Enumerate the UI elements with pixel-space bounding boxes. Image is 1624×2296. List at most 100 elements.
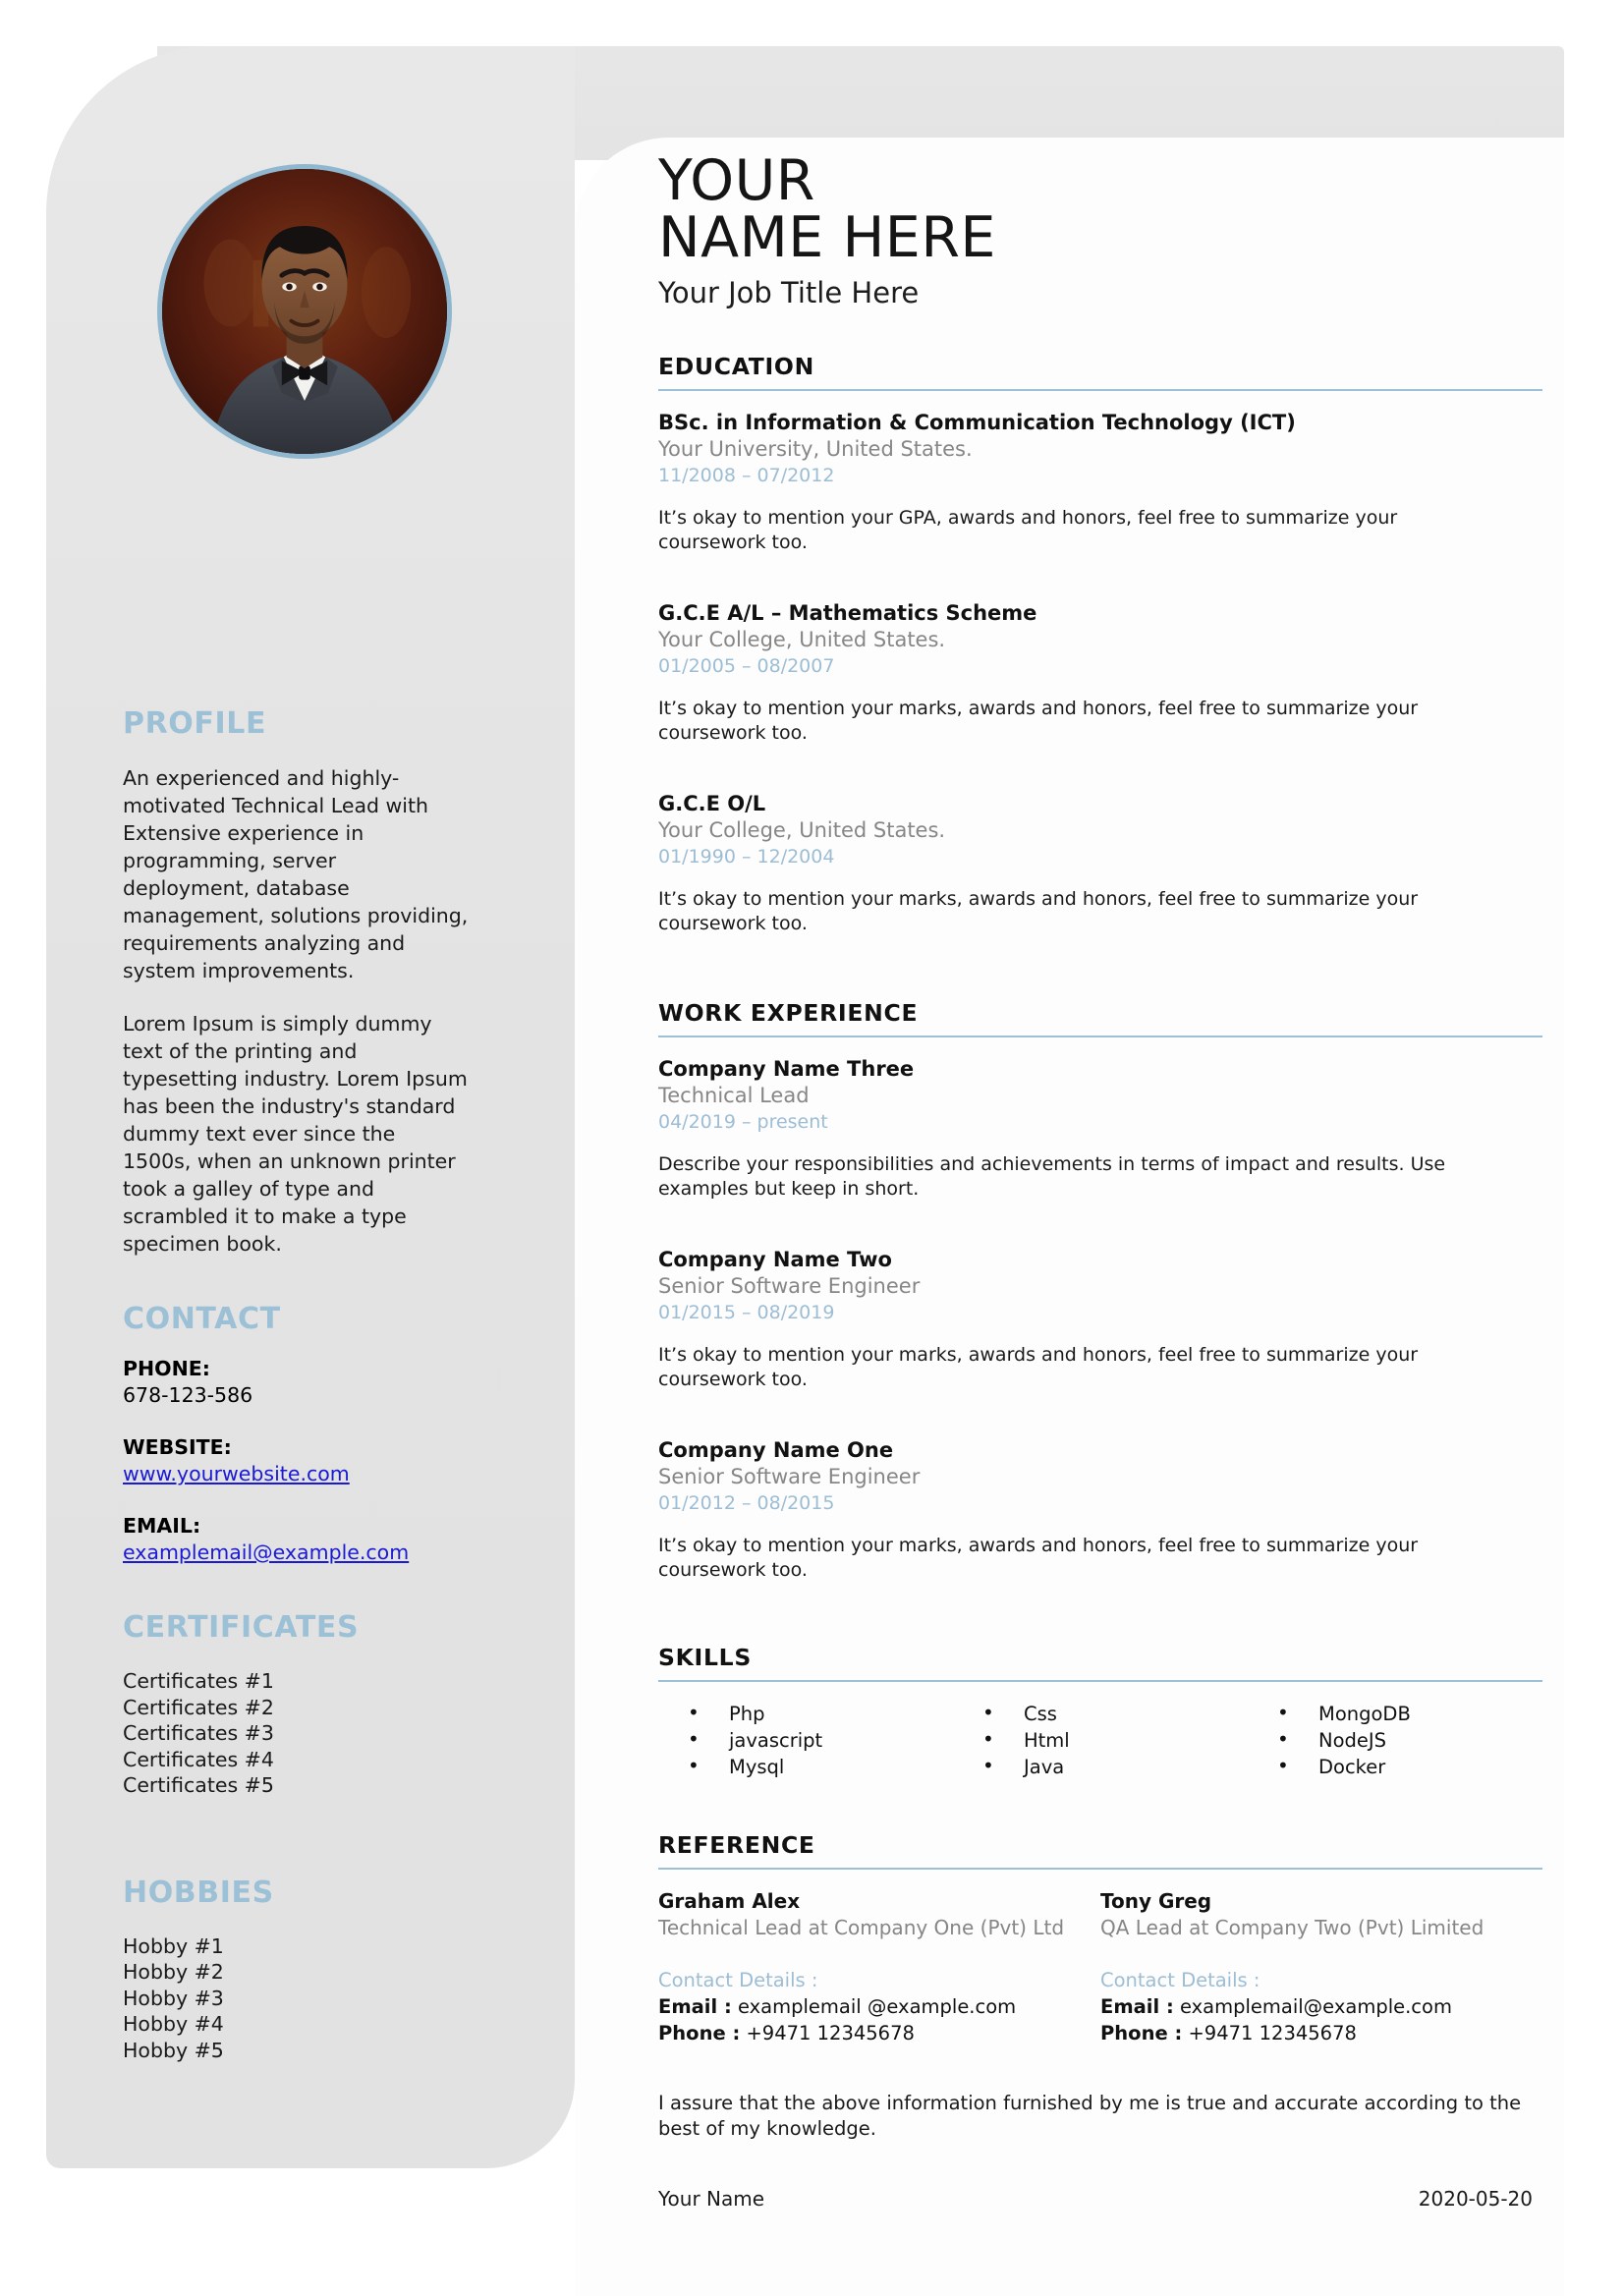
skills-heading: SKILLS xyxy=(658,1644,752,1671)
entry-description: It’s okay to mention your marks, awards … xyxy=(658,1344,1419,1390)
work-heading: WORK EXPERIENCE xyxy=(658,999,919,1027)
reference-email-label: Email : xyxy=(1100,1995,1174,2018)
contact-email-group: EMAIL: examplemail@example.com xyxy=(123,1513,614,1566)
list-item: Html xyxy=(982,1726,1248,1754)
section-divider xyxy=(658,389,1542,391)
reference-email-value: examplemail @example.com xyxy=(737,1995,1017,2018)
email-link[interactable]: examplemail@example.com xyxy=(123,1540,409,1566)
skills-column: MongoDB NodeJS Docker xyxy=(1248,1700,1542,1780)
page-title: YOUR NAME HERE Your Job Title Here xyxy=(658,152,1542,309)
entry-date: 01/1990 – 12/2004 xyxy=(658,846,835,868)
reference-phone-line: Phone : +9471 12345678 xyxy=(658,2020,1100,2046)
contact-website-group: WEBSITE: www.yourwebsite.com xyxy=(123,1434,614,1487)
education-entry: G.C.E A/L – Mathematics Scheme Your Coll… xyxy=(658,600,1542,746)
avatar xyxy=(157,164,452,459)
education-entry: BSc. in Information & Communication Tech… xyxy=(658,410,1542,555)
entry-org: Your College, United States. xyxy=(658,818,946,842)
list-item: Java xyxy=(982,1753,1248,1780)
reference-name: Tony Greg xyxy=(1100,1889,1212,1913)
website-link[interactable]: www.yourwebsite.com xyxy=(123,1461,350,1487)
entry-description: It’s okay to mention your marks, awards … xyxy=(658,888,1419,934)
sidebar-body: PROFILE An experienced and highly-motiva… xyxy=(123,706,614,2063)
footer-date: 2020-05-20 xyxy=(1418,2187,1533,2211)
list-item: Docker xyxy=(1277,1753,1542,1780)
main-column: YOUR NAME HERE Your Job Title Here EDUCA… xyxy=(658,152,1542,2211)
list-item: Hobby #1 xyxy=(123,1933,224,1958)
entry-description: It’s okay to mention your marks, awards … xyxy=(658,1535,1419,1581)
entry-title: G.C.E O/L xyxy=(658,792,766,815)
name-line-1: YOUR xyxy=(658,148,815,213)
skills-column: Php javascript Mysql xyxy=(658,1700,953,1780)
skills-column: Css Html Java xyxy=(953,1700,1248,1780)
entry-date: 11/2008 – 07/2012 xyxy=(658,465,835,486)
entry-date: 01/2015 – 08/2019 xyxy=(658,1302,835,1323)
entry-org: Your College, United States. xyxy=(658,628,946,651)
section-divider xyxy=(658,1036,1542,1037)
reference-phone-value: +9471 12345678 xyxy=(746,2022,915,2044)
phone-label: PHONE: xyxy=(123,1357,210,1380)
education-entry: G.C.E O/L Your College, United States. 0… xyxy=(658,791,1542,936)
list-item: NodeJS xyxy=(1277,1726,1542,1754)
work-entry: Company Name One Senior Software Enginee… xyxy=(658,1437,1542,1583)
entry-title: Company Name Three xyxy=(658,1057,915,1081)
entry-date: 01/2005 – 08/2007 xyxy=(658,655,835,677)
reference-section: REFERENCE Graham Alex Technical Lead at … xyxy=(658,1831,1542,2211)
certificates-section: CERTIFICATES Certificates #1 Certificate… xyxy=(123,1610,614,1799)
entry-title: Company Name One xyxy=(658,1438,894,1462)
list-item: Certificates #3 xyxy=(123,1721,274,1745)
signer-name: Your Name xyxy=(658,2187,765,2211)
reference-heading: REFERENCE xyxy=(658,1831,815,1859)
entry-title: BSc. in Information & Communication Tech… xyxy=(658,411,1296,434)
list-item: Certificates #4 xyxy=(123,1747,274,1771)
work-entry: Company Name Two Senior Software Enginee… xyxy=(658,1247,1542,1392)
certificates-heading: CERTIFICATES xyxy=(123,1610,360,1645)
entry-date: 04/2019 – present xyxy=(658,1111,828,1133)
skills-grid: Php javascript Mysql Css Html Java Mongo… xyxy=(658,1700,1542,1780)
list-item: Css xyxy=(982,1700,1248,1727)
resume-page: PROFILE An experienced and highly-motiva… xyxy=(0,0,1624,2296)
list-item: MongoDB xyxy=(1277,1700,1542,1727)
entry-role: Senior Software Engineer xyxy=(658,1274,921,1298)
entry-title: G.C.E A/L – Mathematics Scheme xyxy=(658,601,1037,625)
contact-details-label: Contact Details : xyxy=(1100,1969,1260,1991)
list-item: javascript xyxy=(688,1726,953,1754)
reference-entry: Graham Alex Technical Lead at Company On… xyxy=(658,1888,1100,2046)
education-section: EDUCATION BSc. in Information & Communic… xyxy=(658,353,1542,936)
job-title: Your Job Title Here xyxy=(658,276,920,309)
list-item: Hobby #2 xyxy=(123,1960,224,1984)
reference-email-label: Email : xyxy=(658,1995,732,2018)
list-item: Hobby #3 xyxy=(123,1986,224,2010)
list-item: Certificates #1 xyxy=(123,1669,274,1693)
entry-description: It’s okay to mention your marks, awards … xyxy=(658,698,1419,744)
reference-email-value: examplemail@example.com xyxy=(1179,1995,1452,2018)
skills-list: Php javascript Mysql xyxy=(688,1700,953,1780)
entry-role: Senior Software Engineer xyxy=(658,1465,921,1488)
list-item: Hobby #4 xyxy=(123,2012,224,2036)
name-line-2: NAME HERE xyxy=(658,205,996,270)
footer: Your Name 2020-05-20 xyxy=(658,2187,1533,2211)
profile-section: PROFILE An experienced and highly-motiva… xyxy=(123,706,614,1258)
list-item: Certificates #2 xyxy=(123,1695,274,1719)
assurance-text: I assure that the above information furn… xyxy=(658,2092,1522,2140)
hobbies-heading: HOBBIES xyxy=(123,1875,274,1910)
section-divider xyxy=(658,1868,1542,1870)
contact-section: CONTACT PHONE: 678-123-586 WEBSITE: www.… xyxy=(123,1302,614,1566)
contact-phone-group: PHONE: 678-123-586 xyxy=(123,1356,614,1409)
website-label: WEBSITE: xyxy=(123,1435,232,1459)
contact-details-label: Contact Details : xyxy=(658,1969,818,1991)
reference-role: Technical Lead at Company One (Pvt) Ltd xyxy=(658,1916,1065,1939)
entry-title: Company Name Two xyxy=(658,1248,892,1271)
education-heading: EDUCATION xyxy=(658,353,814,380)
contact-heading: CONTACT xyxy=(123,1302,281,1336)
skills-section: SKILLS Php javascript Mysql Css Html Jav… xyxy=(658,1644,1542,1780)
entry-org: Your University, United States. xyxy=(658,437,973,461)
skills-list: MongoDB NodeJS Docker xyxy=(1277,1700,1542,1780)
sidebar: PROFILE An experienced and highly-motiva… xyxy=(46,46,575,2168)
hobbies-list: Hobby #1 Hobby #2 Hobby #3 Hobby #4 Hobb… xyxy=(123,1933,614,2064)
profile-photo xyxy=(162,169,447,454)
certificates-list: Certificates #1 Certificates #2 Certific… xyxy=(123,1668,614,1799)
reference-role: QA Lead at Company Two (Pvt) Limited xyxy=(1100,1916,1484,1939)
section-divider xyxy=(658,1680,1542,1682)
